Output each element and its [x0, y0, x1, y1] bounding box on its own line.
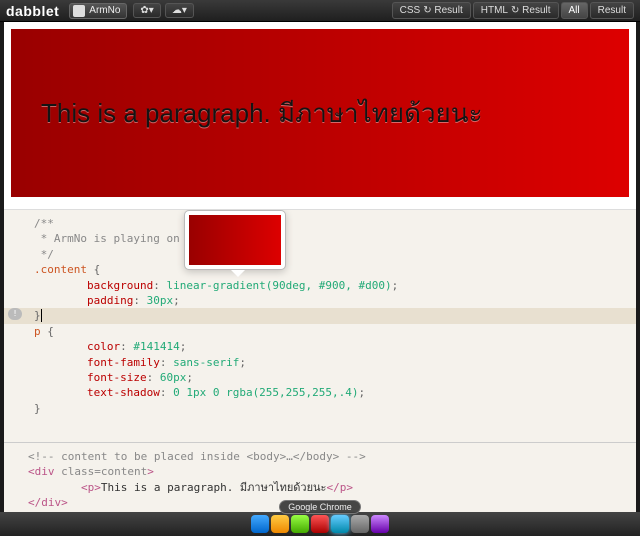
rendered-content: This is a paragraph. มีภาษาไทยด้วยนะ: [11, 29, 629, 197]
tab-css-result[interactable]: CSS↻ Result: [392, 2, 471, 19]
user-avatar-icon: [73, 5, 85, 17]
css-editor[interactable]: /** * ArmNo is playing on dabb */ .conte…: [4, 209, 636, 442]
tab-all[interactable]: All: [561, 2, 588, 19]
dock-app-icon[interactable]: [251, 515, 269, 533]
top-toolbar: dabblet ArmNo ✿ ▾ ☁ ▾ CSS↻ Result HTML↻ …: [0, 0, 640, 22]
dock-app-icon[interactable]: [271, 515, 289, 533]
refresh-icon: ↻: [423, 5, 431, 16]
gradient-swatch: [189, 215, 281, 265]
dock-chrome-icon[interactable]: [331, 515, 349, 533]
tab-html-result[interactable]: HTML↻ Result: [473, 2, 559, 19]
cloud-button[interactable]: ☁ ▾: [165, 3, 194, 18]
dock-app-icon[interactable]: [291, 515, 309, 533]
caret-down-icon: ▾: [149, 5, 154, 16]
gear-icon: ✿: [140, 5, 148, 16]
caret-down-icon: ▾: [182, 5, 187, 16]
username-label: ArmNo: [89, 5, 120, 16]
error-marker-icon[interactable]: !: [8, 308, 22, 320]
text-cursor: [41, 309, 42, 322]
current-line: !}: [4, 308, 636, 323]
rendered-paragraph: This is a paragraph. มีภาษาไทยด้วยนะ: [41, 93, 483, 134]
user-badge[interactable]: ArmNo: [69, 3, 127, 19]
view-tabs: CSS↻ Result HTML↻ Result All Result: [392, 2, 634, 19]
app-logo: dabblet: [6, 3, 59, 19]
dock-icons: [251, 515, 389, 533]
gradient-preview-popover: [184, 210, 286, 270]
dock-tooltip: Google Chrome: [279, 500, 361, 514]
macos-dock: Google Chrome: [0, 512, 640, 536]
dock-app-icon[interactable]: [371, 515, 389, 533]
result-pane: This is a paragraph. มีภาษาไทยด้วยนะ: [4, 22, 636, 209]
dock-app-icon[interactable]: [311, 515, 329, 533]
tab-result[interactable]: Result: [590, 2, 634, 19]
refresh-icon: ↻: [511, 5, 519, 16]
cloud-icon: ☁: [172, 5, 182, 16]
dock-app-icon[interactable]: [351, 515, 369, 533]
settings-button[interactable]: ✿ ▾: [133, 3, 160, 18]
main-area: This is a paragraph. มีภาษาไทยด้วยนะ /**…: [4, 22, 636, 512]
